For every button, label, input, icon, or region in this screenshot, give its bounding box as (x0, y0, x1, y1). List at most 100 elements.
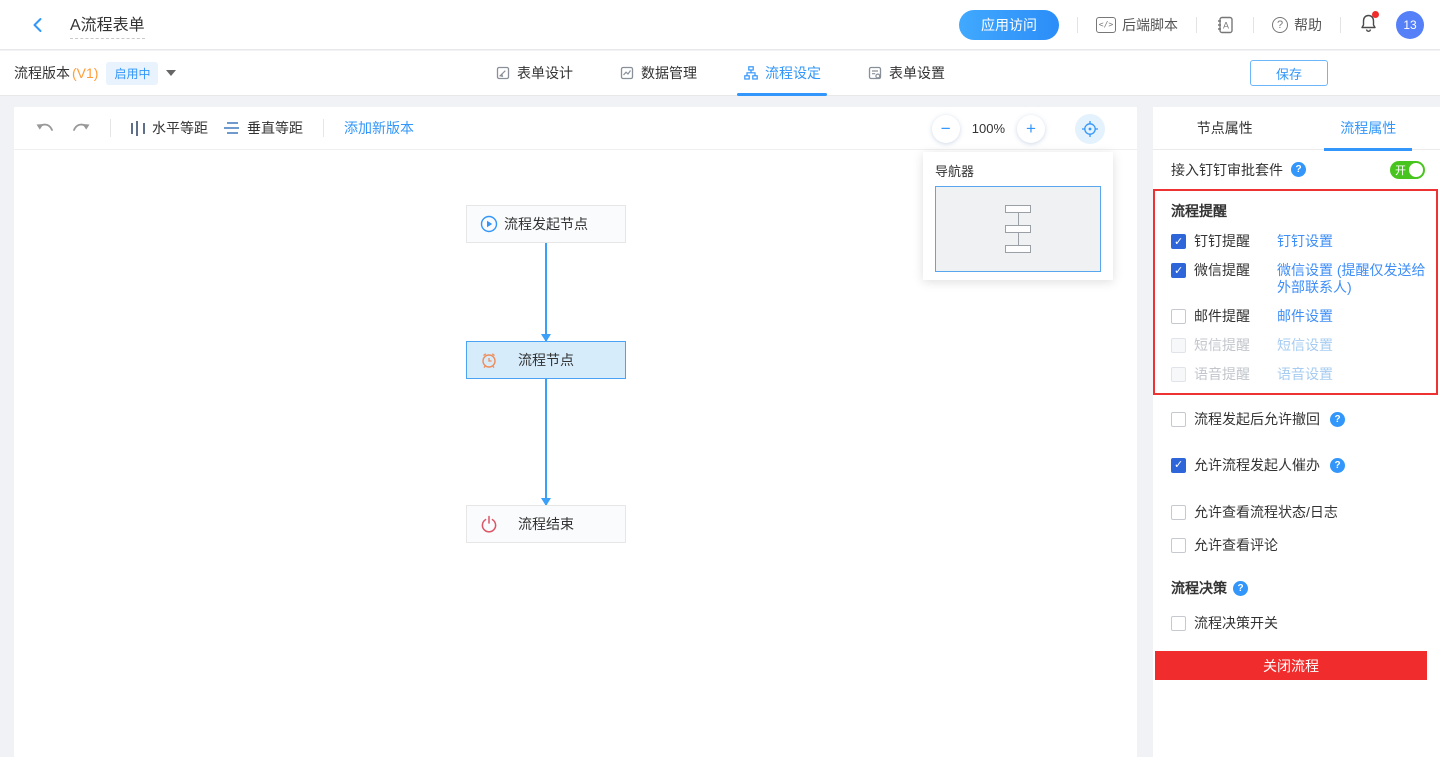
reminder-row-sms: 短信提醒 短信设置 (1171, 337, 1430, 354)
version-tag: (V1) (72, 65, 98, 81)
divider (110, 119, 111, 137)
save-button[interactable]: 保存 (1250, 60, 1328, 86)
node-label: 流程发起节点 (504, 214, 588, 234)
flow-edge (545, 243, 547, 341)
divider (1077, 17, 1078, 33)
crosshair-icon (1081, 120, 1099, 138)
option-decision-switch: 流程决策开关 (1171, 613, 1422, 633)
decision-switch-checkbox[interactable] (1171, 616, 1186, 631)
reminder-row-dingtalk: 钉钉提醒 钉钉设置 (1171, 233, 1430, 250)
email-settings-link[interactable]: 邮件设置 (1277, 308, 1430, 325)
minimap-node (1005, 225, 1031, 233)
question-icon: ? (1272, 17, 1288, 33)
option-view-status-log: 允许查看流程状态/日志 (1171, 502, 1422, 522)
tab-form-settings[interactable]: 表单设置 (867, 51, 945, 96)
play-icon (480, 215, 498, 233)
avatar[interactable]: 13 (1396, 11, 1424, 39)
dingtalk-reminder-checkbox[interactable] (1171, 234, 1186, 249)
back-button[interactable] (26, 13, 50, 37)
fit-view-button[interactable] (1075, 114, 1105, 144)
divider (1340, 17, 1341, 33)
zoom-controls: − 100% + (932, 107, 1105, 150)
code-icon: </> (1096, 17, 1116, 33)
reminder-row-voice: 语音提醒 语音设置 (1171, 366, 1430, 383)
navigator-title: 导航器 (935, 161, 1101, 180)
version-selector[interactable]: 流程版本 (V1) 启用中 (14, 62, 176, 85)
wechat-settings-link[interactable]: 微信设置 (提醒仅发送给外部联系人) (1277, 262, 1430, 296)
email-reminder-checkbox[interactable] (1171, 309, 1186, 324)
horizontal-distribute-button[interactable]: 水平等距 (131, 118, 208, 138)
flow-reminder-section: 流程提醒 钉钉提醒 钉钉设置 微信提醒 微信设置 (提醒仅发送给外部联系人) 邮… (1153, 189, 1438, 395)
minimap-node (1005, 205, 1031, 213)
decision-section-title-row: 流程决策 ? (1171, 578, 1422, 598)
chevron-left-icon (30, 17, 46, 33)
help-icon[interactable]: ? (1330, 458, 1345, 473)
dingtalk-suite-row: 接入钉钉审批套件 ? 开 (1153, 150, 1440, 189)
properties-panel: 节点属性 流程属性 接入钉钉审批套件 ? 开 流程提醒 钉钉提醒 钉钉设置 微信… (1153, 107, 1440, 757)
voice-reminder-checkbox (1171, 367, 1186, 382)
tab-node-properties[interactable]: 节点属性 (1153, 107, 1297, 149)
divider (1196, 17, 1197, 33)
data-chart-icon (619, 65, 635, 81)
divider (1253, 17, 1254, 33)
help-icon[interactable]: ? (1233, 581, 1248, 596)
zoom-out-button[interactable]: − (932, 115, 960, 143)
allow-urge-checkbox[interactable] (1171, 458, 1186, 473)
node-flow-step[interactable]: 流程节点 (466, 341, 626, 379)
undo-button[interactable] (36, 121, 55, 136)
minimap-edge (1018, 213, 1019, 225)
wechat-reminder-checkbox[interactable] (1171, 263, 1186, 278)
main-tabs: 表单设计 数据管理 流程设定 表单设置 (495, 51, 945, 96)
node-flow-start[interactable]: 流程发起节点 (466, 205, 626, 243)
notifications-button[interactable] (1359, 13, 1378, 36)
allow-withdraw-checkbox[interactable] (1171, 412, 1186, 427)
dingtalk-suite-label: 接入钉钉审批套件 (1171, 160, 1283, 180)
horizontal-distribute-icon (131, 120, 145, 136)
status-badge: 启用中 (106, 62, 158, 85)
redo-button[interactable] (71, 121, 90, 136)
undo-icon (36, 121, 55, 136)
power-icon (480, 515, 498, 533)
vertical-distribute-icon (224, 122, 240, 134)
dingtalk-suite-toggle[interactable]: 开 (1390, 161, 1425, 179)
app-access-button[interactable]: 应用访问 (959, 10, 1059, 40)
page-title: A流程表单 (70, 11, 145, 39)
minimap-node (1005, 245, 1031, 253)
option-allow-withdraw: 流程发起后允许撤回 ? (1171, 409, 1422, 429)
sms-settings-link: 短信设置 (1277, 337, 1430, 354)
help-button[interactable]: ? 帮助 (1272, 15, 1322, 35)
toggle-knob (1409, 163, 1423, 177)
alarm-clock-icon (480, 351, 498, 369)
help-icon[interactable]: ? (1330, 412, 1345, 427)
vertical-distribute-button[interactable]: 垂直等距 (224, 118, 303, 138)
flow-edge (545, 379, 547, 505)
node-flow-end[interactable]: 流程结束 (466, 505, 626, 543)
add-new-version-link[interactable]: 添加新版本 (344, 118, 414, 138)
version-label: 流程版本 (14, 63, 70, 83)
reminder-row-wechat: 微信提醒 微信设置 (提醒仅发送给外部联系人) (1171, 262, 1430, 296)
navigator-minimap[interactable] (935, 186, 1101, 272)
flow-icon (743, 65, 759, 81)
tab-data-management[interactable]: 数据管理 (619, 51, 697, 96)
close-flow-button[interactable]: 关闭流程 (1155, 651, 1427, 680)
dingtalk-settings-link[interactable]: 钉钉设置 (1277, 233, 1430, 250)
voice-settings-link: 语音设置 (1277, 366, 1430, 383)
address-book-button[interactable]: A (1215, 15, 1235, 35)
divider (323, 119, 324, 137)
minimap-edge (1018, 233, 1019, 245)
view-status-log-checkbox[interactable] (1171, 505, 1186, 520)
option-allow-urge: 允许流程发起人催办 ? (1171, 455, 1422, 475)
zoom-in-button[interactable]: + (1017, 115, 1045, 143)
chevron-down-icon[interactable] (166, 70, 176, 76)
tab-flow-properties[interactable]: 流程属性 (1297, 107, 1440, 149)
form-settings-icon (867, 65, 883, 81)
zoom-level: 100% (972, 121, 1005, 136)
tab-form-design[interactable]: 表单设计 (495, 51, 573, 96)
view-comments-checkbox[interactable] (1171, 538, 1186, 553)
tab-flow-settings[interactable]: 流程设定 (743, 51, 821, 96)
canvas-toolbar: 水平等距 垂直等距 添加新版本 − 100% + (14, 107, 1137, 150)
address-book-icon: A (1215, 15, 1235, 35)
sms-reminder-checkbox (1171, 338, 1186, 353)
help-icon[interactable]: ? (1291, 162, 1306, 177)
backend-script-button[interactable]: </> 后端脚本 (1096, 15, 1178, 35)
